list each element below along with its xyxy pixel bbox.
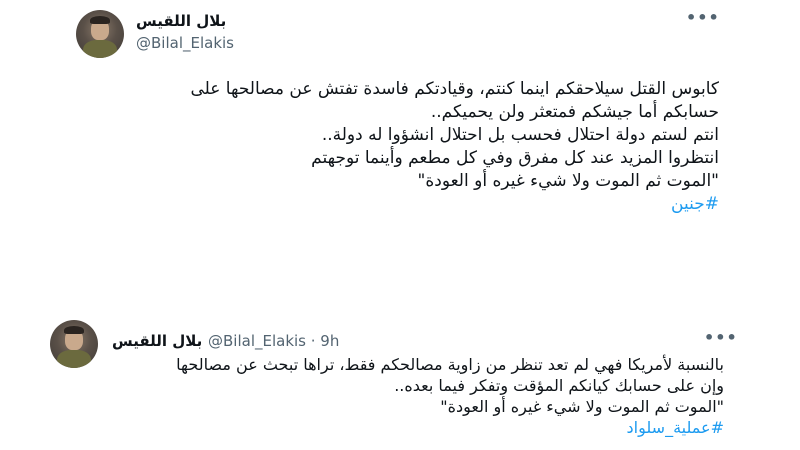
tweet-text-line: انتم لستم دولة احتلال فحسب بل احتلال انش… xyxy=(321,125,719,145)
tweet-text-line: وإن على حسابك كيانكم المؤقت وتفكر فيما ب… xyxy=(394,376,724,395)
tweet-card-quoted[interactable]: بلال اللقيس @Bilal_Elakis · 9h ••• بالنس… xyxy=(32,300,744,450)
hashtag-link[interactable]: #عملية_سلواد xyxy=(44,417,724,438)
tweet-text-line: "الموت ثم الموت ولا شيء غيره أو العودة" xyxy=(417,171,719,191)
tweet-text: كابوس القتل سيلاحقكم اينما كنتم، وقيادتك… xyxy=(102,78,719,216)
display-name[interactable]: بلال اللقيس xyxy=(136,12,226,30)
more-options-icon[interactable]: ••• xyxy=(686,8,720,27)
tweet-text-line: بالنسبة لأمريكا فهي لم تعد تنظر من زاوية… xyxy=(176,355,724,374)
tweet-text-line: "الموت ثم الموت ولا شيء غيره أو العودة" xyxy=(440,397,724,416)
tweet-card-main[interactable]: بلال اللقيس @Bilal_Elakis ••• كابوس القت… xyxy=(62,0,732,250)
avatar[interactable] xyxy=(76,10,124,58)
hashtag-link[interactable]: #جنين xyxy=(102,193,719,216)
more-options-icon[interactable]: ••• xyxy=(704,328,738,347)
tweet-text: بالنسبة لأمريكا فهي لم تعد تنظر من زاوية… xyxy=(44,354,724,438)
display-name[interactable]: بلال اللقيس xyxy=(112,332,202,350)
tweet-text-line: كابوس القتل سيلاحقكم اينما كنتم، وقيادتك… xyxy=(190,79,719,99)
user-handle-timestamp[interactable]: @Bilal_Elakis · 9h xyxy=(208,332,339,350)
user-handle[interactable]: @Bilal_Elakis xyxy=(136,34,234,52)
tweet-text-line: انتظروا المزيد عند كل مفرق وفي كل مطعم و… xyxy=(311,148,719,168)
tweet-text-line: حسابكم أما جيشكم فمتعثر ولن يحميكم.. xyxy=(430,102,719,122)
